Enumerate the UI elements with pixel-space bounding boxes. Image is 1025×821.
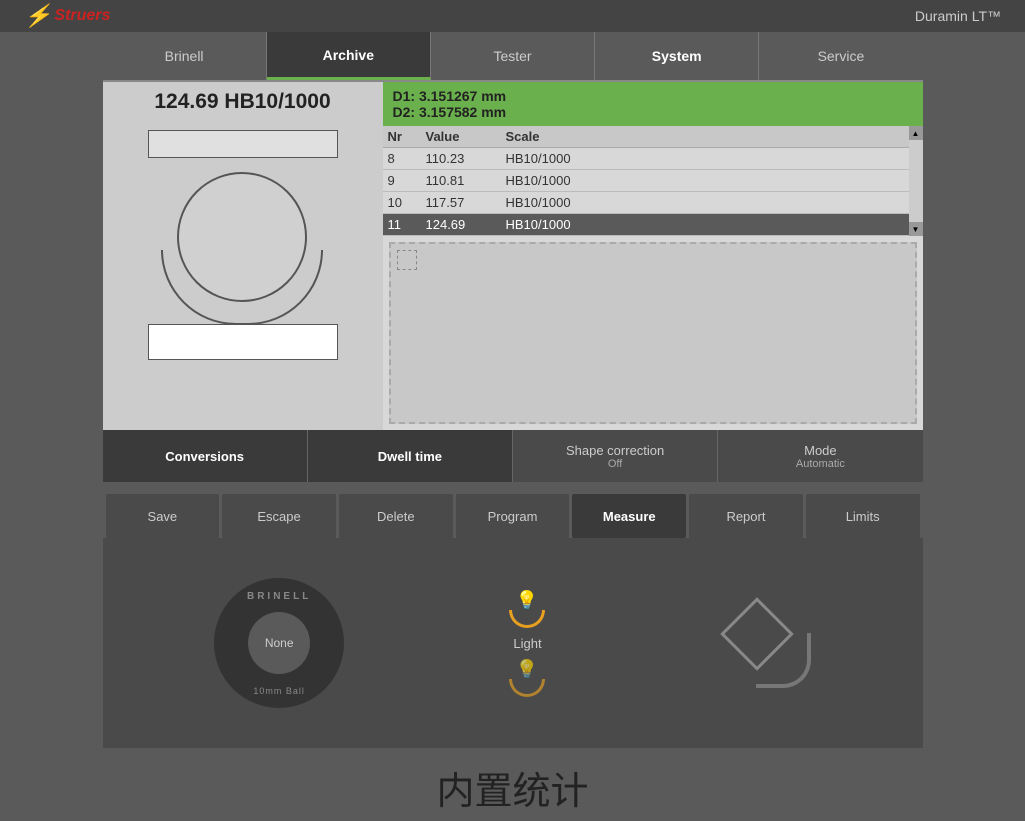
device-title: Duramin LT™ (915, 8, 1001, 24)
tab-system[interactable]: System (595, 32, 759, 80)
spacer (103, 482, 923, 494)
measurements-header: D1: 3.151267 mm D2: 3.157582 mm (383, 82, 923, 126)
light-label: Light (513, 636, 541, 651)
wheel-bottom-text: 10mm Ball (253, 686, 305, 696)
report-button[interactable]: Report (689, 494, 803, 538)
logo-bolt-icon: ⚡ (24, 3, 51, 29)
table-row[interactable]: 10 117.57 HB10/1000 (383, 192, 909, 214)
specimen-bottom-rect (148, 324, 338, 360)
light-controls: 💡 Light 💡 (507, 590, 547, 697)
scroll-up-btn[interactable]: ▲ (909, 126, 923, 140)
content-area: 124.69 HB10/1000 D1: 3.151267 mm D2: 3.1… (103, 82, 923, 430)
dwell-time-btn[interactable]: Dwell time (308, 430, 513, 482)
shape-correction-btn[interactable]: Shape correction Off (513, 430, 718, 482)
scroll-down-btn[interactable]: ▼ (909, 222, 923, 236)
scrollbar[interactable]: ▲ ▼ (909, 126, 923, 236)
light-on-icon: 💡 (507, 590, 547, 628)
limits-button[interactable]: Limits (806, 494, 920, 538)
d2-measurement: D2: 3.157582 mm (393, 104, 913, 120)
footer: 内置统计 (0, 748, 1025, 821)
tab-tester[interactable]: Tester (431, 32, 595, 80)
nav-tabs: Brinell Archive Tester System Service (103, 32, 923, 82)
light-off-icon: 💡 (507, 659, 547, 697)
table-row[interactable]: 9 110.81 HB10/1000 (383, 170, 909, 192)
col-scale: Scale (506, 129, 904, 144)
brinell-wheel[interactable]: BRINELL None 10mm Ball (214, 578, 344, 708)
wheel-center-label: None (265, 636, 294, 650)
conversions-btn[interactable]: Conversions (103, 430, 308, 482)
mode-btn[interactable]: Mode Automatic (718, 430, 922, 482)
table-area: Nr Value Scale 8 110.23 HB10/1000 9 110.… (383, 126, 923, 236)
logo-text: Struers (54, 7, 110, 25)
col-value: Value (426, 129, 506, 144)
specimen-indent-arc (161, 250, 323, 325)
data-panel: D1: 3.151267 mm D2: 3.157582 mm Nr Value… (383, 82, 923, 430)
control-handle-arc (756, 633, 811, 688)
footer-text: 内置统计 (436, 771, 588, 813)
scroll-track (909, 140, 923, 222)
logo: ⚡ Struers (24, 3, 110, 29)
diamond-control[interactable] (711, 598, 811, 688)
delete-button[interactable]: Delete (339, 494, 453, 538)
table-container: Nr Value Scale 8 110.23 HB10/1000 9 110.… (383, 126, 909, 236)
specimen-panel: 124.69 HB10/1000 (103, 82, 383, 430)
save-button[interactable]: Save (106, 494, 220, 538)
specimen-diagram (133, 122, 353, 372)
tab-archive[interactable]: Archive (267, 32, 431, 80)
controls-area: BRINELL None 10mm Ball 💡 Light 💡 (103, 538, 923, 748)
table-row[interactable]: 8 110.23 HB10/1000 (383, 148, 909, 170)
lower-data-area (389, 242, 917, 424)
light-on-button[interactable]: 💡 (507, 590, 547, 628)
col-nr: Nr (388, 129, 426, 144)
wheel-inner-circle: None (248, 612, 310, 674)
tab-brinell[interactable]: Brinell (103, 32, 267, 80)
table-row-selected[interactable]: 11 124.69 HB10/1000 (383, 214, 909, 236)
control-arm (711, 598, 811, 688)
table-header: Nr Value Scale (383, 126, 909, 148)
light-off-button[interactable]: 💡 (507, 659, 547, 697)
program-button[interactable]: Program (456, 494, 570, 538)
wheel-top-text: BRINELL (247, 591, 311, 602)
header: ⚡ Struers Duramin LT™ (0, 0, 1025, 32)
escape-button[interactable]: Escape (222, 494, 336, 538)
measure-button[interactable]: Measure (572, 494, 686, 538)
toolbar-bottom: Conversions Dwell time Shape correction … (103, 430, 923, 482)
action-row: Save Escape Delete Program Measure Repor… (103, 494, 923, 538)
d1-measurement: D1: 3.151267 mm (393, 88, 913, 104)
indent-preview (397, 250, 417, 270)
specimen-top-rect (148, 130, 338, 158)
hardness-value: 124.69 HB10/1000 (154, 90, 330, 114)
tab-service[interactable]: Service (759, 32, 922, 80)
